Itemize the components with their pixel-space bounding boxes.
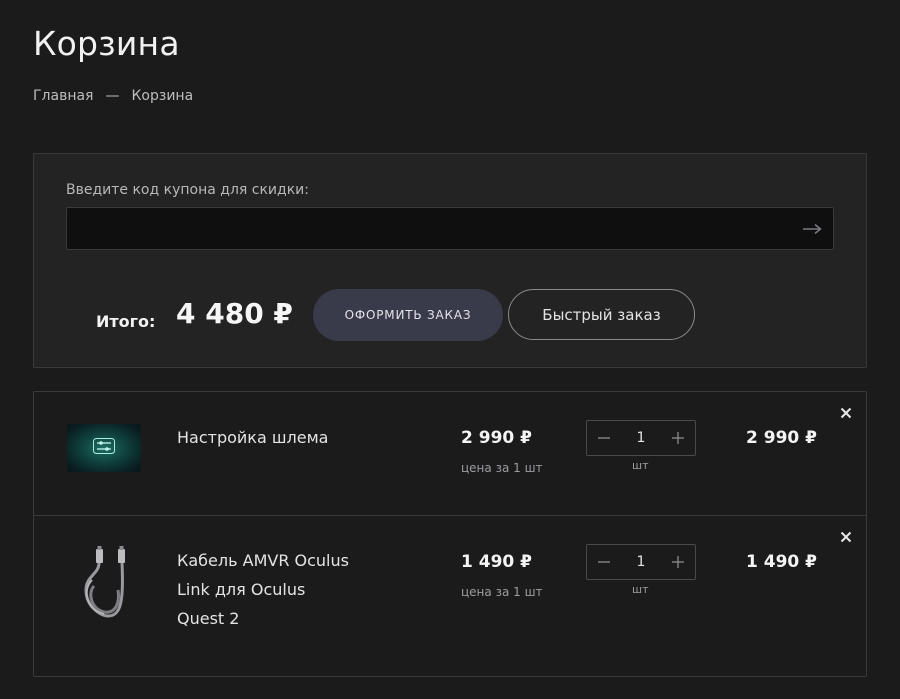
breadcrumb: Главная — Корзина [33, 88, 193, 104]
product-name[interactable]: Настройка шлема [177, 423, 377, 452]
coupon-input[interactable] [67, 208, 833, 249]
plus-icon[interactable] [661, 545, 695, 579]
checkout-button[interactable]: ОФОРМИТЬ ЗАКАЗ [313, 289, 503, 341]
page-title: Корзина [33, 24, 180, 63]
cart-item: Кабель AMVR Oculus Link для Oculus Quest… [34, 516, 866, 676]
close-icon[interactable] [837, 528, 855, 546]
product-image[interactable] [67, 424, 141, 472]
minus-icon[interactable] [587, 421, 621, 455]
unit-price: 1 490 ₽ [461, 552, 532, 572]
line-total: 2 990 ₽ [746, 428, 817, 448]
product-name-line: Quest 2 [177, 609, 240, 628]
product-name-line: Link для Oculus [177, 580, 306, 599]
arrow-right-icon[interactable] [801, 219, 823, 239]
cart-items-list: Настройка шлема 2 990 ₽ цена за 1 шт 1 ш… [33, 391, 867, 677]
breadcrumb-current: Корзина [131, 88, 194, 104]
quantity-stepper: 1 [586, 420, 696, 456]
quantity-value[interactable]: 1 [621, 430, 661, 446]
breadcrumb-separator: — [105, 88, 120, 104]
coupon-summary-panel: Введите код купона для скидки: Итого: 4 … [33, 153, 867, 368]
close-icon[interactable] [837, 404, 855, 422]
cart-item: Настройка шлема 2 990 ₽ цена за 1 шт 1 ш… [34, 392, 866, 516]
product-name-line: Кабель AMVR Oculus [177, 551, 349, 570]
line-total: 1 490 ₽ [746, 552, 817, 572]
plus-icon[interactable] [661, 421, 695, 455]
product-name[interactable]: Кабель AMVR Oculus Link для Oculus Quest… [177, 546, 377, 633]
quantity-unit: шт [632, 583, 649, 596]
minus-icon[interactable] [587, 545, 621, 579]
breadcrumb-home-link[interactable]: Главная [33, 88, 93, 104]
quantity-unit: шт [632, 459, 649, 472]
settings-sliders-icon [93, 438, 115, 458]
unit-price-caption: цена за 1 шт [461, 585, 543, 599]
coupon-field [66, 207, 834, 250]
quick-order-button[interactable]: Быстрый заказ [508, 289, 695, 340]
total-value: 4 480 ₽ [176, 297, 293, 330]
unit-price: 2 990 ₽ [461, 428, 532, 448]
quantity-value[interactable]: 1 [621, 554, 661, 570]
total-label: Итого: [96, 312, 156, 331]
unit-price-caption: цена за 1 шт [461, 461, 543, 475]
quantity-stepper: 1 [586, 544, 696, 580]
product-image[interactable] [74, 546, 136, 620]
usb-cable-icon [74, 546, 136, 624]
coupon-label: Введите код купона для скидки: [66, 182, 309, 198]
